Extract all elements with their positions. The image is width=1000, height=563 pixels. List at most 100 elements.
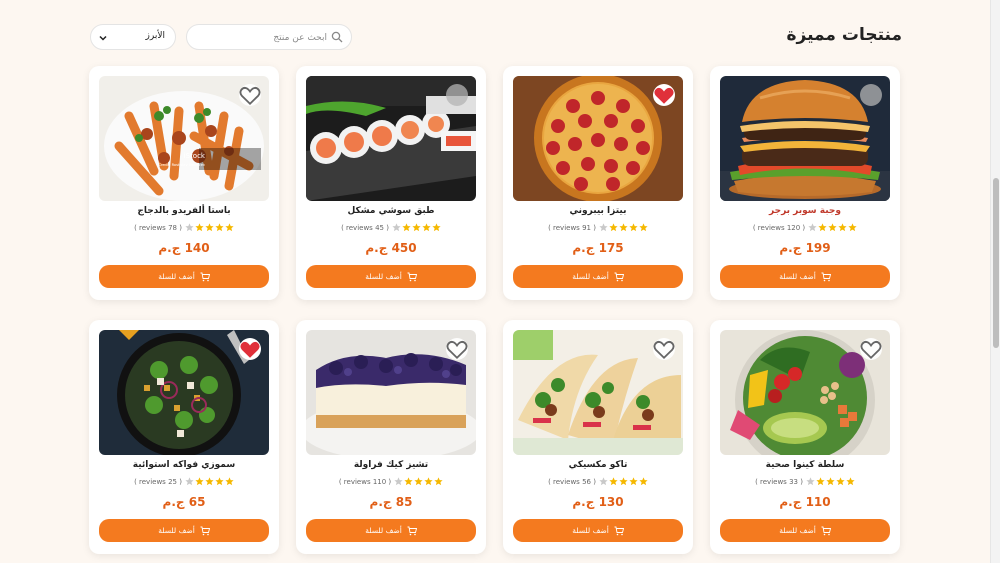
heart-icon [240,341,260,358]
star-icon [848,223,857,232]
favorite-button[interactable] [239,338,261,360]
rating-stars [599,223,648,232]
product-price: 199 ج.م [779,241,831,255]
star-icon [185,223,194,232]
heart-icon [860,76,882,158]
star-icon [205,223,214,232]
star-icon [392,223,401,232]
product-card[interactable]: سلطة كينوا صحية ( 33 reviews ) 110 ج.م أ… [710,320,900,554]
favorite-button[interactable] [860,338,882,360]
star-icon [422,223,431,232]
review-count: ( 25 reviews ) [134,477,182,486]
star-icon [828,223,837,232]
star-icon [185,477,194,486]
product-image[interactable] [306,330,476,455]
star-icon [225,477,234,486]
star-icon [609,477,618,486]
product-image[interactable] [720,330,890,455]
star-icon [599,477,608,486]
product-card[interactable]: وجبة سوبر برجر ( 120 reviews ) 199 ج.م أ… [710,66,900,300]
product-rating: ( 45 reviews ) [306,223,476,232]
heart-icon [654,87,674,104]
rating-stars [185,223,234,232]
search-box[interactable] [186,24,352,50]
product-card[interactable]: طبق سوشي مشكل ( 45 reviews ) 450 ج.م أضف… [296,66,486,300]
star-icon [434,477,443,486]
product-image[interactable] [99,330,269,455]
favorite-button[interactable] [860,84,882,106]
star-icon [826,477,835,486]
product-price: 85 ج.م [369,495,413,509]
product-name[interactable]: بيتزا بيبروني [513,206,683,216]
add-to-cart-button[interactable]: أضف للسلة [513,265,683,288]
cart-icon [200,526,210,535]
review-count: ( 110 reviews ) [338,477,392,486]
product-name[interactable]: تشيز كيك فراولة [306,460,476,470]
product-name[interactable]: سموزي فواكه استوائية [99,460,269,470]
search-input[interactable] [197,29,327,46]
favorite-button[interactable] [653,84,675,106]
product-image[interactable] [513,76,683,201]
favorite-button[interactable] [446,84,468,106]
add-to-cart-label: أضف للسلة [779,272,816,281]
product-name[interactable]: تاكو مكسيكي [513,460,683,470]
add-to-cart-button[interactable]: أضف للسلة [306,519,476,542]
add-to-cart-button[interactable]: أضف للسلة [99,265,269,288]
star-icon [225,223,234,232]
stock-credit: Credit: Rostislav Sedlacek [158,163,205,167]
add-to-cart-button[interactable]: أضف للسلة [720,519,890,542]
product-card[interactable]: iStock Credit: Rostislav Sedlacek باستا … [89,66,279,300]
star-icon [619,223,628,232]
review-count: ( 91 reviews ) [548,223,596,232]
product-price: 140 ج.م [158,241,210,255]
cart-icon [407,526,417,535]
review-count: ( 45 reviews ) [341,223,389,232]
product-name[interactable]: باستا ألفريدو بالدجاج [99,206,269,216]
product-card[interactable]: بيتزا بيبروني ( 91 reviews ) 175 ج.م أضف… [503,66,693,300]
product-card[interactable]: تاكو مكسيكي ( 56 reviews ) 130 ج.م أضف ل… [503,320,693,554]
product-image[interactable] [513,330,683,455]
rating-stars [394,477,443,486]
product-rating: ( 91 reviews ) [513,223,683,232]
product-rating: ( 33 reviews ) [720,477,890,486]
product-name[interactable]: وجبة سوبر برجر [720,206,890,216]
product-image[interactable]: iStock Credit: Rostislav Sedlacek [99,76,269,201]
scrollbar-thumb[interactable] [993,178,999,348]
add-to-cart-button[interactable]: أضف للسلة [306,265,476,288]
star-icon [215,477,224,486]
product-card[interactable]: سموزي فواكه استوائية ( 25 reviews ) 65 ج… [89,320,279,554]
product-rating: ( 110 reviews ) [306,477,476,486]
product-image[interactable] [306,76,476,201]
scrollbar[interactable] [990,0,1000,563]
add-to-cart-button[interactable]: أضف للسلة [720,265,890,288]
favorite-button[interactable] [446,338,468,360]
add-to-cart-label: أضف للسلة [365,272,402,281]
product-name[interactable]: طبق سوشي مشكل [306,206,476,216]
star-icon [808,223,817,232]
star-icon [402,223,411,232]
star-icon [629,477,638,486]
sort-select[interactable]: الأبرز [90,24,176,50]
product-rating: ( 120 reviews ) [720,223,890,232]
heart-icon [446,76,468,158]
star-icon [836,477,845,486]
product-image[interactable] [720,76,890,201]
star-icon [424,477,433,486]
add-to-cart-button[interactable]: أضف للسلة [513,519,683,542]
star-icon [412,223,421,232]
page-title: منتجات مميزة [786,25,902,45]
heart-icon [653,340,675,359]
add-to-cart-button[interactable]: أضف للسلة [99,519,269,542]
star-icon [404,477,413,486]
favorite-button[interactable] [653,338,675,360]
review-count: ( 33 reviews ) [755,477,803,486]
product-name[interactable]: سلطة كينوا صحية [720,460,890,470]
cart-icon [200,272,210,281]
star-icon [639,223,648,232]
product-price: 450 ج.م [365,241,417,255]
favorite-button[interactable] [239,84,261,106]
review-count: ( 120 reviews ) [752,223,806,232]
product-rating: ( 78 reviews ) [99,223,269,232]
product-card[interactable]: تشيز كيك فراولة ( 110 reviews ) 85 ج.م أ… [296,320,486,554]
rating-stars [185,477,234,486]
